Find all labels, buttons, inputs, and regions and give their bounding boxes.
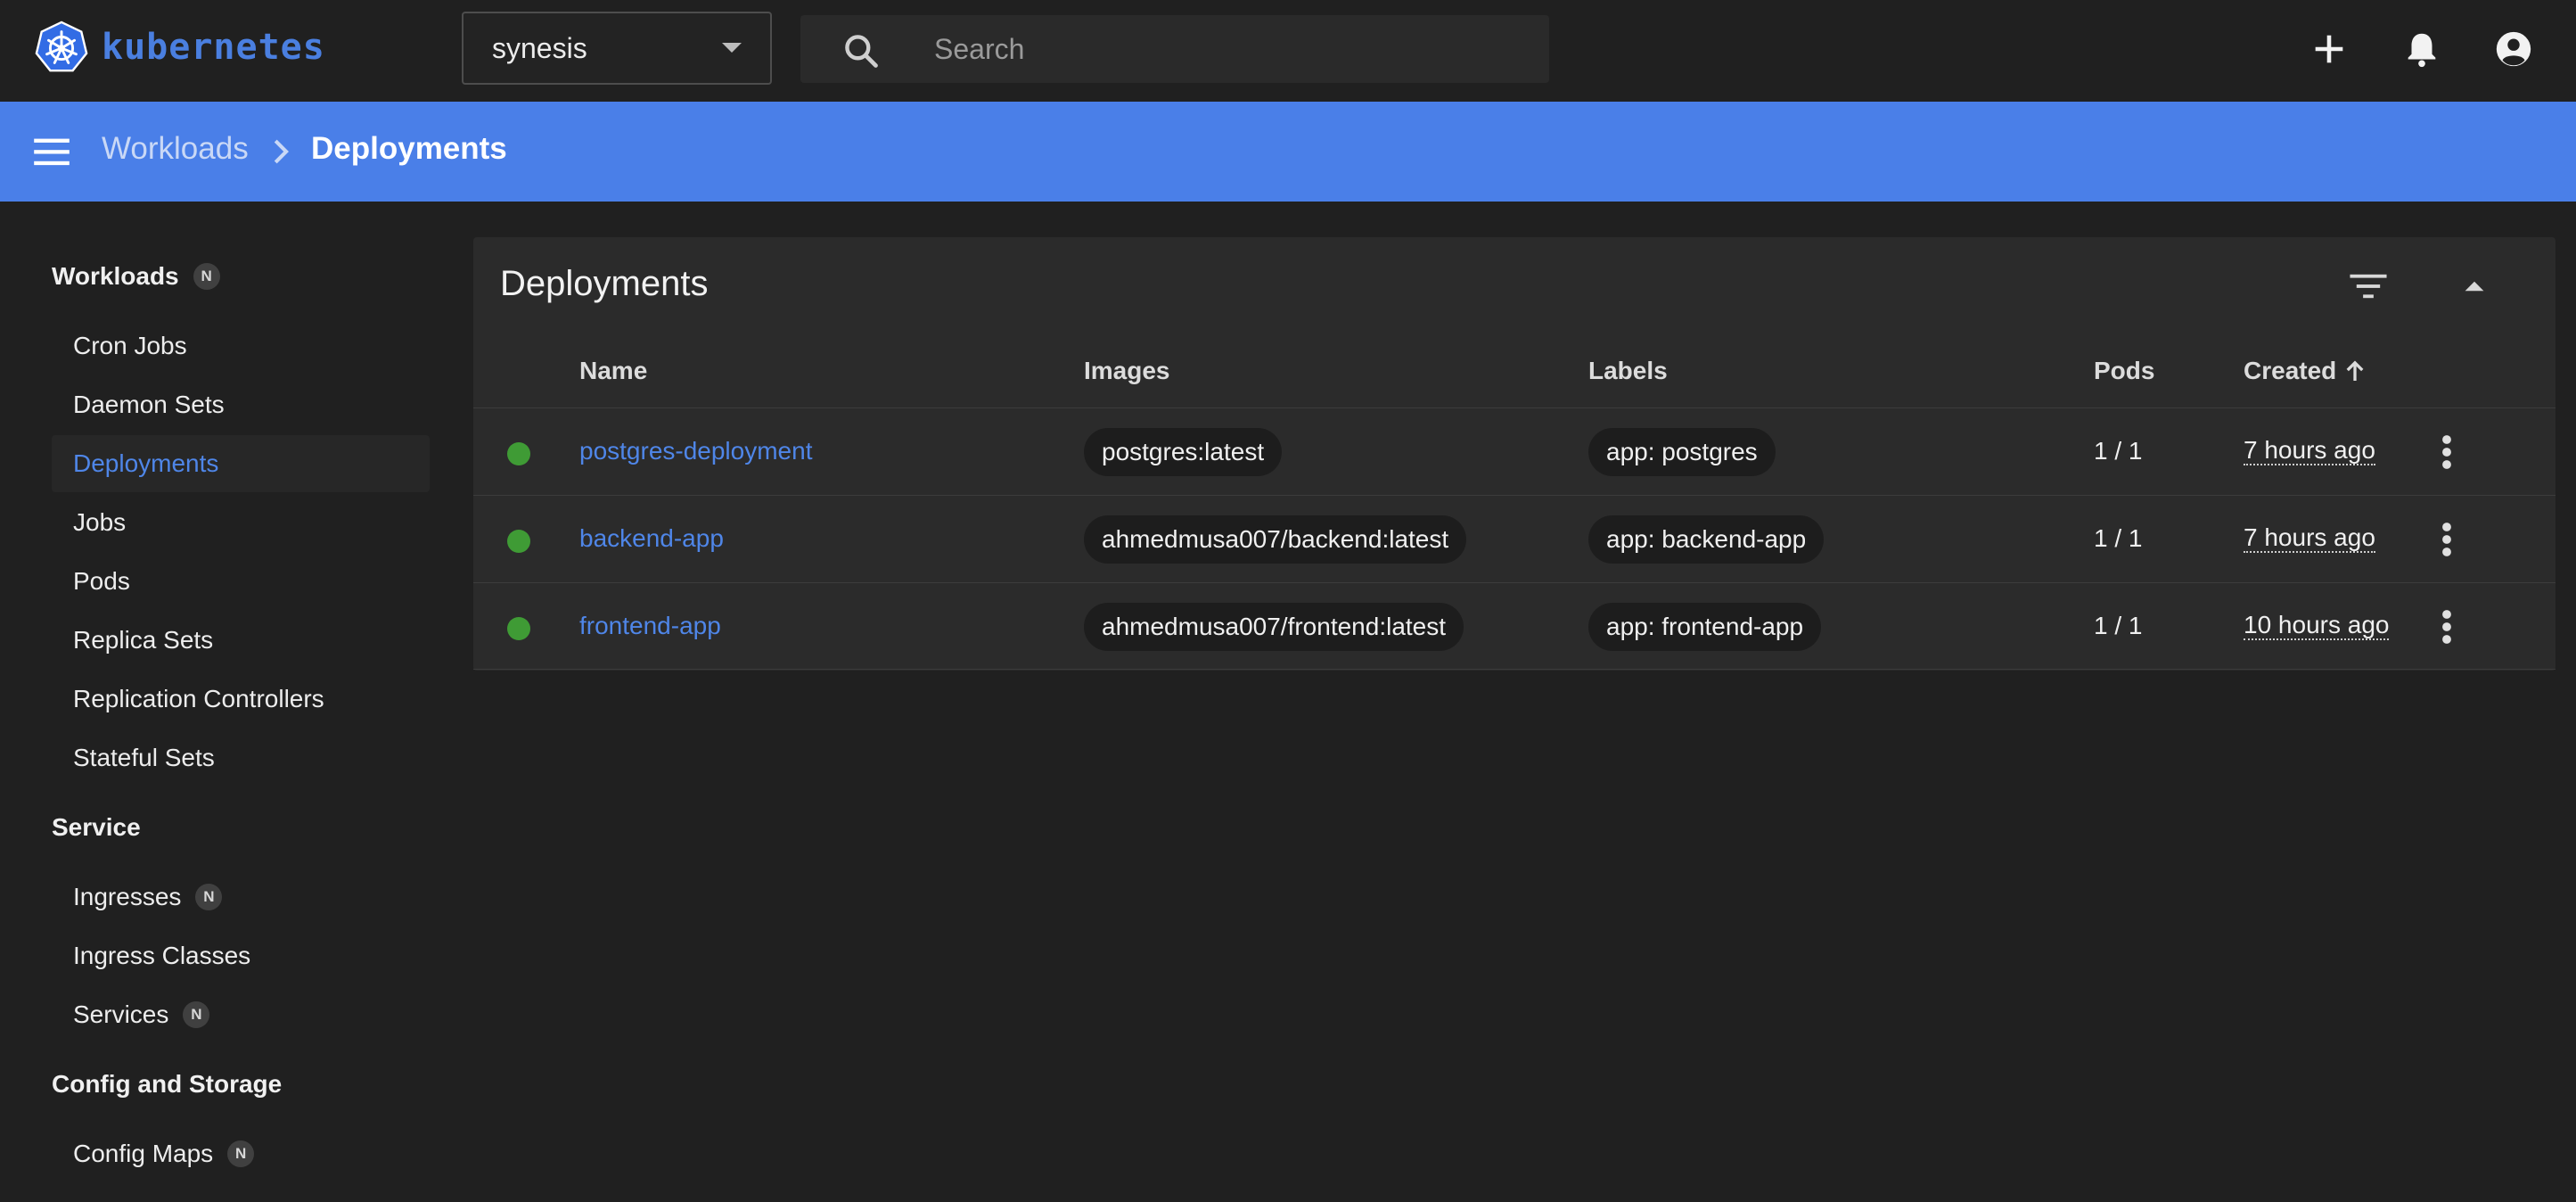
new-badge: N	[195, 884, 223, 910]
created-time: 7 hours ago	[2244, 523, 2375, 553]
breadcrumb-current: Deployments	[311, 131, 507, 166]
sidebar-item-label: Stateful Sets	[73, 744, 215, 771]
more-vert-icon[interactable]	[2441, 433, 2453, 471]
chevron-right-icon	[274, 139, 289, 164]
column-header-labels: Labels	[1588, 357, 1668, 384]
top-bar: kubernetes synesis	[0, 0, 2576, 102]
search-bar[interactable]	[800, 15, 1549, 83]
image-chip: ahmedmusa007/backend:latest	[1084, 515, 1467, 564]
sidebar-item-label: Replication Controllers	[73, 685, 324, 712]
sidebar: Workloads N Cron Jobs Daemon Sets Deploy…	[0, 202, 446, 1202]
search-icon	[845, 35, 878, 68]
image-chip: postgres:latest	[1084, 428, 1283, 476]
column-header-name[interactable]: Name	[579, 357, 647, 385]
sidebar-section-config-and-storage[interactable]: Config and Storage	[52, 1070, 282, 1099]
sidebar-item-pods[interactable]: Pods	[52, 553, 430, 610]
table-row: postgres-deployment postgres:latest app:…	[473, 408, 2555, 495]
sidebar-item-label: Ingresses	[73, 883, 182, 910]
search-input[interactable]	[932, 24, 1521, 74]
kubernetes-helm-icon	[35, 21, 88, 72]
image-chip: ahmedmusa007/frontend:latest	[1084, 603, 1464, 651]
table-row: frontend-app ahmedmusa007/frontend:lates…	[473, 582, 2555, 670]
sidebar-item-label: Ingress Classes	[73, 942, 251, 969]
pods-count: 1 / 1	[2094, 612, 2143, 639]
namespace-select[interactable]: synesis	[462, 12, 772, 85]
created-time: 7 hours ago	[2244, 436, 2375, 465]
created-time: 10 hours ago	[2244, 611, 2390, 640]
label-chip: app: postgres	[1588, 428, 1776, 476]
sidebar-item-services[interactable]: Services N	[52, 986, 430, 1043]
sidebar-item-deployments[interactable]: Deployments	[52, 435, 430, 492]
deployment-name-link[interactable]: postgres-deployment	[579, 437, 812, 465]
sidebar-item-cron-jobs[interactable]: Cron Jobs	[52, 317, 430, 375]
filter-icon[interactable]	[2349, 273, 2388, 300]
sidebar-item-config-maps[interactable]: Config Maps N	[52, 1125, 430, 1182]
sidebar-item-ingresses[interactable]: Ingresses N	[52, 869, 430, 926]
column-header-label: Created	[2244, 357, 2337, 384]
sidebar-item-label: Replica Sets	[73, 626, 214, 654]
deployment-name-link[interactable]: backend-app	[579, 524, 724, 553]
sidebar-item-ingress-classes[interactable]: Ingress Classes	[52, 927, 430, 984]
deployment-name-link[interactable]: frontend-app	[579, 612, 721, 640]
deployments-card: Deployments Name Images Labels Pods Crea…	[473, 237, 2555, 671]
card-title: Deployments	[500, 264, 709, 303]
status-running-icon	[507, 530, 530, 553]
plus-icon[interactable]	[2309, 29, 2350, 70]
menu-icon[interactable]	[32, 136, 71, 168]
sidebar-item-replication-controllers[interactable]: Replication Controllers	[52, 671, 430, 728]
sidebar-item-replica-sets[interactable]: Replica Sets	[52, 612, 430, 669]
logo-text: kubernetes	[102, 27, 325, 68]
sidebar-item-label: Deployments	[73, 449, 219, 477]
pods-count: 1 / 1	[2094, 437, 2143, 465]
dropdown-arrow-icon	[722, 43, 742, 53]
sidebar-item-label: Services	[73, 1000, 169, 1028]
sidebar-item-jobs[interactable]: Jobs	[52, 494, 430, 551]
sort-ascending-icon	[2346, 360, 2364, 381]
sidebar-item-label: Pods	[73, 567, 130, 595]
account-icon[interactable]	[2493, 29, 2534, 70]
more-vert-icon[interactable]	[2441, 608, 2453, 646]
breadcrumb-workloads-link[interactable]: Workloads	[102, 131, 249, 167]
column-header-created[interactable]: Created	[2244, 357, 2365, 385]
sidebar-section-label: Workloads	[52, 262, 179, 290]
bell-icon[interactable]	[2401, 29, 2442, 70]
sidebar-item-daemon-sets[interactable]: Daemon Sets	[52, 376, 430, 433]
status-running-icon	[507, 442, 530, 465]
new-badge: N	[227, 1140, 255, 1167]
column-header-images: Images	[1084, 357, 1170, 384]
sidebar-item-stateful-sets[interactable]: Stateful Sets	[52, 729, 430, 786]
collapse-arrow-icon[interactable]	[2463, 280, 2486, 292]
breadcrumb-bar: Workloads Deployments	[0, 102, 2576, 202]
sidebar-item-label: Daemon Sets	[73, 391, 225, 418]
new-badge: N	[193, 263, 220, 290]
sidebar-section-workloads[interactable]: Workloads N	[52, 262, 220, 291]
new-badge: N	[183, 1001, 210, 1028]
pods-count: 1 / 1	[2094, 524, 2143, 552]
column-header-pods: Pods	[2094, 357, 2155, 384]
sidebar-section-label: Config and Storage	[52, 1070, 283, 1098]
sidebar-item-label: Config Maps	[73, 1140, 214, 1167]
sidebar-section-service[interactable]: Service	[52, 813, 141, 842]
kubernetes-logo[interactable]: kubernetes	[34, 20, 325, 75]
status-running-icon	[507, 617, 530, 640]
sidebar-item-label: Cron Jobs	[73, 332, 187, 359]
namespace-value: synesis	[492, 31, 587, 64]
more-vert-icon[interactable]	[2441, 521, 2453, 558]
label-chip: app: backend-app	[1588, 515, 1825, 564]
sidebar-section-label: Service	[52, 813, 141, 841]
label-chip: app: frontend-app	[1588, 603, 1822, 651]
table-row: backend-app ahmedmusa007/backend:latest …	[473, 495, 2555, 582]
sidebar-item-label: Jobs	[73, 508, 127, 536]
